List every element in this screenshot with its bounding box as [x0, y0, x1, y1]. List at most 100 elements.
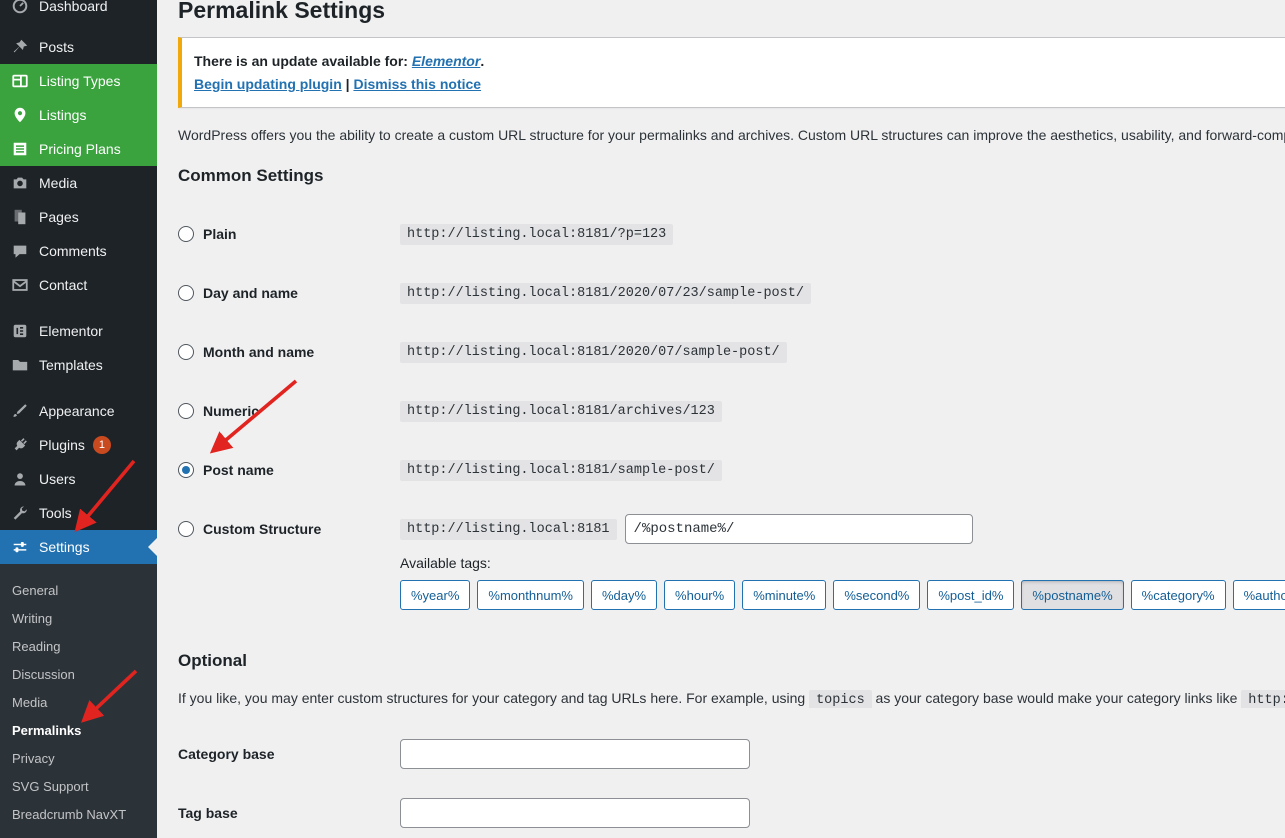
sidebar-item-label: Listing Types [39, 73, 120, 89]
sidebar-item-label: Elementor [39, 323, 103, 339]
sidebar-item-users[interactable]: Users [0, 462, 157, 496]
month-and-name-example-url: http://listing.local:8181/2020/07/sample… [400, 342, 787, 363]
post-name-radio[interactable] [178, 462, 194, 478]
sidebar-item-contact[interactable]: Contact [0, 268, 157, 302]
tag-hour-button[interactable]: %hour% [664, 580, 735, 610]
permalink-option-row: Plain http://listing.local:8181/?p=123 [178, 219, 1285, 249]
custom-structure-url-prefix: http://listing.local:8181 [400, 519, 617, 540]
tag-day-button[interactable]: %day% [591, 580, 657, 610]
pushpin-icon [10, 37, 30, 57]
submenu-item-permalinks[interactable]: Permalinks [0, 716, 157, 744]
available-tags-label: Available tags: [400, 555, 1285, 571]
sidebar-item-settings[interactable]: Settings [0, 530, 157, 564]
month-and-name-radio[interactable] [178, 344, 194, 360]
custom-structure-radio[interactable] [178, 521, 194, 537]
day-and-name-radio[interactable] [178, 285, 194, 301]
sidebar-item-label: Posts [39, 39, 74, 55]
category-base-row: Category base [178, 739, 1285, 769]
sidebar-item-comments[interactable]: Comments [0, 234, 157, 268]
submenu-item-discussion[interactable]: Discussion [0, 660, 157, 688]
permalink-option-row: Month and name http://listing.local:8181… [178, 337, 1285, 367]
sidebar-item-label: Appearance [39, 403, 115, 419]
category-base-input[interactable] [400, 739, 750, 769]
tag-base-input[interactable] [400, 798, 750, 828]
sidebar-item-plugins[interactable]: Plugins 1 [0, 428, 157, 462]
envelope-icon [10, 275, 30, 295]
dismiss-notice-link[interactable]: Dismiss this notice [353, 76, 481, 92]
begin-updating-plugin-link[interactable]: Begin updating plugin [194, 76, 342, 92]
update-notice: There is an update available for: Elemen… [178, 37, 1285, 108]
sidebar-item-posts[interactable]: Posts [0, 30, 157, 64]
plug-icon [10, 435, 30, 455]
numeric-radio[interactable] [178, 403, 194, 419]
tag-author-button[interactable]: %author% [1233, 580, 1285, 610]
optional-heading: Optional [178, 651, 1285, 671]
submenu-item-general[interactable]: General [0, 576, 157, 604]
tag-base-label: Tag base [178, 805, 400, 821]
tag-year-button[interactable]: %year% [400, 580, 470, 610]
category-base-label: Category base [178, 746, 400, 762]
tag-post-id-button[interactable]: %post_id% [927, 580, 1014, 610]
sidebar-item-label: Comments [39, 243, 107, 259]
tag-second-button[interactable]: %second% [833, 580, 920, 610]
post-name-option[interactable]: Post name [178, 462, 400, 478]
notice-text: There is an update available for: [194, 53, 412, 69]
sidebar-item-label: Settings [39, 539, 90, 555]
sidebar-item-listing-types[interactable]: Listing Types [0, 64, 157, 98]
comment-icon [10, 241, 30, 261]
month-and-name-option[interactable]: Month and name [178, 344, 400, 360]
sidebar-item-label: Plugins [39, 437, 85, 453]
sidebar-item-pricing-plans[interactable]: Pricing Plans [0, 132, 157, 166]
sidebar-item-dashboard[interactable]: Dashboard [0, 0, 157, 18]
submenu-item-writing[interactable]: Writing [0, 604, 157, 632]
dashboard-icon [10, 0, 30, 16]
sidebar-item-label: Pages [39, 209, 79, 225]
custom-structure-input[interactable] [625, 514, 973, 544]
sidebar-item-label: Templates [39, 357, 103, 373]
elementor-link[interactable]: Elementor [412, 53, 480, 69]
sidebar-item-label: Listings [39, 107, 86, 123]
available-tags-row: %year% %monthnum% %day% %hour% %minute% … [400, 580, 1285, 610]
sidebar-item-templates[interactable]: Templates [0, 348, 157, 382]
common-settings-heading: Common Settings [178, 166, 1285, 186]
page-title: Permalink Settings [178, 0, 1285, 24]
pages-icon [10, 207, 30, 227]
submenu-item-reading[interactable]: Reading [0, 632, 157, 660]
tag-base-row: Tag base [178, 798, 1285, 828]
intro-paragraph: WordPress offers you the ability to crea… [178, 127, 1285, 143]
submenu-item-media[interactable]: Media [0, 688, 157, 716]
sidebar-item-tools[interactable]: Tools [0, 496, 157, 530]
sidebar-item-media[interactable]: Media [0, 166, 157, 200]
plain-radio[interactable] [178, 226, 194, 242]
submenu-item-breadcrumb-navxt[interactable]: Breadcrumb NavXT [0, 800, 157, 828]
folder-icon [10, 355, 30, 375]
pricing-plans-icon [10, 139, 30, 159]
day-and-name-option[interactable]: Day and name [178, 285, 400, 301]
media-icon [10, 173, 30, 193]
plain-option[interactable]: Plain [178, 226, 400, 242]
settings-submenu: General Writing Reading Discussion Media… [0, 564, 157, 838]
numeric-example-url: http://listing.local:8181/archives/123 [400, 401, 722, 422]
user-icon [10, 469, 30, 489]
settings-sliders-icon [10, 537, 30, 557]
sidebar-item-appearance[interactable]: Appearance [0, 394, 157, 428]
topics-code: topics [809, 690, 872, 708]
submenu-item-svg-support[interactable]: SVG Support [0, 772, 157, 800]
tag-postname-button[interactable]: %postname% [1021, 580, 1123, 610]
sidebar-item-pages[interactable]: Pages [0, 200, 157, 234]
permalink-option-row: Post name http://listing.local:8181/samp… [178, 455, 1285, 485]
brush-icon [10, 401, 30, 421]
sidebar-item-listings[interactable]: Listings [0, 98, 157, 132]
tag-monthnum-button[interactable]: %monthnum% [477, 580, 584, 610]
custom-structure-option[interactable]: Custom Structure [178, 521, 400, 537]
numeric-option[interactable]: Numeric [178, 403, 400, 419]
sidebar-item-label: Pricing Plans [39, 141, 121, 157]
wrench-icon [10, 503, 30, 523]
main-content: Permalink Settings There is an update av… [157, 0, 1285, 838]
tag-minute-button[interactable]: %minute% [742, 580, 826, 610]
day-and-name-example-url: http://listing.local:8181/2020/07/23/sam… [400, 283, 811, 304]
elementor-icon [10, 321, 30, 341]
tag-category-button[interactable]: %category% [1131, 580, 1226, 610]
sidebar-item-elementor[interactable]: Elementor [0, 314, 157, 348]
submenu-item-privacy[interactable]: Privacy [0, 744, 157, 772]
